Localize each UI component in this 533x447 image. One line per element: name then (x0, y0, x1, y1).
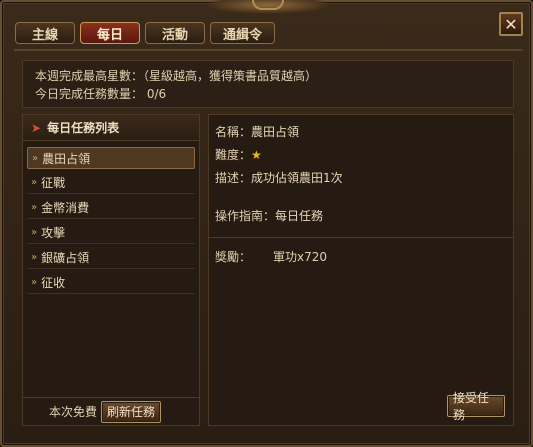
task-item-label: 農田占領 (42, 151, 91, 166)
weekly-info-box: 本週完成最高星數：（星級越高，獲得策書品質越高） 今日完成任務數量： 0/6 (22, 60, 514, 108)
task-item-campaign[interactable]: » 征戰 (27, 172, 195, 194)
task-detail-info: 名稱：農田占領 難度：★ 描述：成功佔領農田1次 操作指南：每日任務 (209, 115, 513, 238)
quest-window: ✕ 主線 每日 活動 通緝令 本週完成最高星數：（星級越高，獲得策書品質越高） … (0, 0, 533, 447)
description-row: 描述：成功佔領農田1次 (215, 167, 507, 190)
task-list: » 農田占領 » 征戰 » 金幣消費 » 攻擊 » 銀礦占領 » 征收 (23, 141, 199, 294)
tab-wanted[interactable]: 通緝令 (210, 22, 276, 44)
reward-row: 獎勵： 軍功x720 (209, 238, 513, 275)
tab-wanted-label: 通緝令 (223, 27, 263, 43)
tab-bar: 主線 每日 活動 通緝令 (15, 22, 276, 44)
refresh-tasks-button[interactable]: 刷新任務 (101, 400, 162, 423)
tab-main-label: 主線 (31, 27, 58, 43)
chevron-right-icon: » (31, 227, 38, 238)
chevron-right-icon: » (31, 202, 38, 213)
task-item-label: 攻擊 (41, 226, 66, 240)
close-icon: ✕ (504, 14, 518, 34)
guide-value: 每日任務 (275, 209, 324, 223)
tab-events-label: 活動 (161, 27, 188, 43)
reward-value: 軍功x720 (273, 250, 328, 264)
task-list-panel: ➤ 每日任務列表 » 農田占領 » 征戰 » 金幣消費 » 攻擊 » 銀礦占領 (22, 114, 200, 426)
tab-main[interactable]: 主線 (15, 22, 75, 44)
accept-task-label: 接受任務 (453, 391, 490, 422)
chevron-right-icon: » (31, 252, 38, 263)
star-icon: ★ (251, 148, 262, 162)
task-list-header: ➤ 每日任務列表 (23, 115, 199, 141)
difficulty-label: 難度： (215, 148, 252, 162)
tab-events[interactable]: 活動 (145, 22, 205, 44)
task-list-title: 每日任務列表 (47, 121, 120, 135)
chevron-right-icon: » (31, 277, 38, 288)
desc-value: 成功佔領農田1次 (251, 171, 343, 185)
name-value: 農田占領 (251, 125, 300, 139)
task-item-label: 金幣消費 (41, 201, 90, 215)
ornament-knot (252, 0, 284, 10)
task-item-farmland[interactable]: » 農田占領 (27, 147, 195, 169)
refresh-tasks-label: 刷新任務 (107, 405, 156, 419)
accept-task-button[interactable]: 接受任務 (447, 391, 505, 422)
guide-row: 操作指南：每日任務 (215, 205, 507, 228)
close-button[interactable]: ✕ (499, 12, 523, 36)
daily-completed-count: 今日完成任務數量： 0/6 (35, 87, 167, 101)
name-label: 名稱： (215, 125, 252, 139)
chevron-right-icon: » (32, 152, 39, 164)
tab-daily[interactable]: 每日 (80, 22, 140, 44)
task-item-silver-mine[interactable]: » 銀礦占領 (27, 247, 195, 269)
task-item-levy[interactable]: » 征收 (27, 272, 195, 294)
tab-daily-label: 每日 (96, 27, 123, 43)
reward-label: 獎勵： (215, 250, 252, 264)
task-item-label: 銀礦占領 (41, 251, 90, 265)
chevron-right-icon: » (31, 177, 38, 188)
task-detail-panel: 名稱：農田占領 難度：★ 描述：成功佔領農田1次 操作指南：每日任務 獎勵： 軍功… (208, 114, 514, 426)
task-item-gold-spend[interactable]: » 金幣消費 (27, 197, 195, 219)
task-item-attack[interactable]: » 攻擊 (27, 222, 195, 244)
guide-label: 操作指南： (215, 209, 276, 223)
task-name-row: 名稱：農田占領 (215, 121, 507, 144)
desc-label: 描述： (215, 171, 252, 185)
free-refresh-label: 本次免費 (49, 405, 98, 419)
task-item-label: 征收 (41, 276, 66, 290)
task-item-label: 征戰 (41, 176, 66, 190)
difficulty-row: 難度：★ (215, 144, 507, 167)
weekly-star-info: 本週完成最高星數：（星級越高，獲得策書品質越高） (35, 69, 318, 83)
tab-divider (14, 49, 523, 51)
header-arrow-icon: ➤ (31, 120, 42, 135)
task-list-footer: 本次免費 刷新任務 (23, 397, 199, 425)
